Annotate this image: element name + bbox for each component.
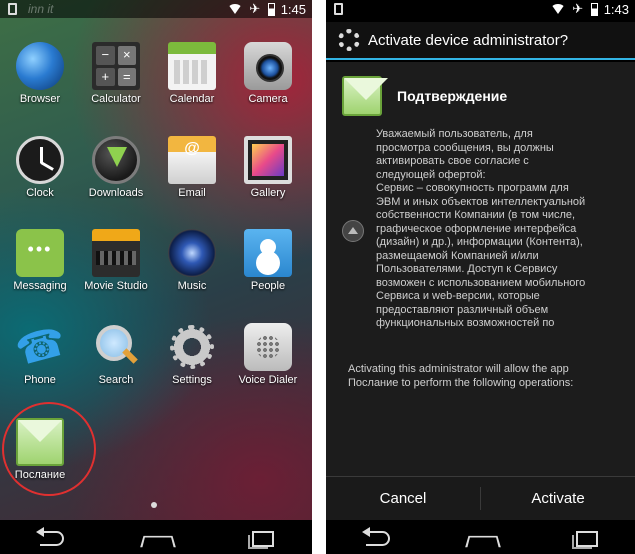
app-label: Movie Studio: [84, 280, 148, 292]
voice-dialer-icon: [244, 323, 292, 371]
app-name: Подтверждение: [397, 88, 508, 104]
cancel-button[interactable]: Cancel: [326, 477, 480, 520]
browser-icon: [16, 42, 64, 90]
envelope-icon: [16, 418, 64, 466]
dialog-body: Подтверждение Уважаемый пользователь, дл…: [326, 62, 635, 476]
status-bar: ✈ 1:43: [326, 0, 635, 18]
calculator-icon: − × + =: [92, 42, 140, 90]
app-label: People: [250, 280, 286, 292]
app-email[interactable]: Email: [154, 136, 230, 199]
app-label: Послание: [14, 469, 66, 481]
app-label: Calculator: [91, 93, 141, 105]
recents-icon[interactable]: [240, 525, 280, 549]
app-messaging[interactable]: Messaging: [2, 229, 78, 292]
app-downloads[interactable]: Downloads: [78, 136, 154, 199]
app-label: Gallery: [250, 187, 286, 199]
app-label: Email: [178, 187, 206, 199]
navigation-bar: [326, 520, 635, 554]
calendar-icon: [168, 42, 216, 90]
status-time: 1:45: [280, 1, 306, 17]
home-icon[interactable]: [461, 525, 501, 549]
people-icon: [244, 229, 292, 277]
downloads-icon: [92, 136, 140, 184]
app-settings[interactable]: Settings: [154, 323, 230, 386]
app-label: Music: [177, 280, 207, 292]
wifi-icon: [227, 4, 242, 14]
dialog-buttons: Cancel Activate: [326, 476, 635, 520]
recents-icon[interactable]: [564, 525, 604, 549]
app-people[interactable]: People: [230, 229, 306, 292]
sim-card-icon: [8, 3, 17, 15]
app-label: Settings: [172, 374, 212, 386]
navigation-bar: [0, 520, 312, 554]
app-label: Browser: [19, 93, 61, 105]
app-gallery[interactable]: Gallery: [230, 136, 306, 199]
clock-icon: [16, 136, 64, 184]
app-phone[interactable]: Phone: [2, 323, 78, 386]
app-label: Clock: [26, 187, 54, 199]
calculator-plus: +: [96, 67, 115, 86]
app-poslanie[interactable]: Послание: [2, 418, 78, 481]
app-voice-dialer[interactable]: Voice Dialer: [230, 323, 306, 386]
calculator-minus: −: [96, 46, 115, 65]
messaging-icon: [16, 229, 64, 277]
home-screen: inn it ✈ 1:45 Browser − × + = Calculator…: [0, 0, 312, 554]
camera-icon: [244, 42, 292, 90]
gallery-icon: [244, 136, 292, 184]
app-music[interactable]: Music: [154, 229, 230, 292]
admin-warning: Activating this administrator will allow…: [348, 363, 574, 389]
back-icon[interactable]: [358, 525, 398, 549]
app-calendar[interactable]: Calendar: [154, 42, 230, 105]
app-label: Phone: [24, 374, 56, 386]
status-bar: inn it ✈ 1:45: [0, 0, 312, 18]
app-header: Подтверждение: [342, 76, 507, 116]
envelope-icon: [342, 76, 388, 116]
app-label: Calendar: [169, 93, 215, 105]
status-ghost-text: inn it: [28, 2, 54, 16]
app-camera[interactable]: Camera: [230, 42, 306, 105]
airplane-icon: ✈: [249, 1, 261, 16]
settings-icon: [168, 323, 216, 371]
app-label: Search: [98, 374, 134, 386]
app-browser[interactable]: Browser: [2, 42, 78, 105]
scroll-up-icon[interactable]: [342, 220, 364, 242]
battery-icon: [590, 2, 598, 16]
app-clock[interactable]: Clock: [2, 136, 78, 199]
page-indicator-dot: [151, 502, 157, 508]
movie-studio-icon: [92, 229, 140, 277]
battery-icon: [267, 2, 275, 16]
sim-card-icon: [334, 3, 343, 15]
app-label: Voice Dialer: [238, 374, 298, 386]
home-icon[interactable]: [136, 525, 176, 549]
gear-icon: [338, 29, 360, 51]
app-label: Messaging: [13, 280, 67, 292]
calculator-equals: =: [117, 67, 136, 86]
app-movie-studio[interactable]: Movie Studio: [78, 229, 154, 292]
status-time: 1:43: [603, 1, 629, 17]
music-icon: [168, 229, 216, 277]
back-icon[interactable]: [32, 525, 72, 549]
device-admin-screen: ✈ 1:43 Activate device administrator? По…: [326, 0, 635, 554]
calculator-times: ×: [117, 46, 136, 65]
search-icon: [92, 323, 140, 371]
dialog-title: Activate device administrator?: [368, 31, 569, 49]
app-label: Camera: [248, 93, 288, 105]
app-calculator[interactable]: − × + = Calculator: [78, 42, 154, 105]
email-icon: [168, 136, 216, 184]
app-search[interactable]: Search: [78, 323, 154, 386]
activate-button[interactable]: Activate: [481, 477, 635, 520]
app-label: Downloads: [88, 187, 144, 199]
wifi-icon: [550, 4, 565, 14]
admin-description: Уважаемый пользователь, для просмотра со…: [376, 128, 586, 329]
phone-icon: [16, 323, 64, 371]
dialog-title-bar: Activate device administrator?: [326, 22, 635, 60]
airplane-icon: ✈: [572, 1, 584, 16]
